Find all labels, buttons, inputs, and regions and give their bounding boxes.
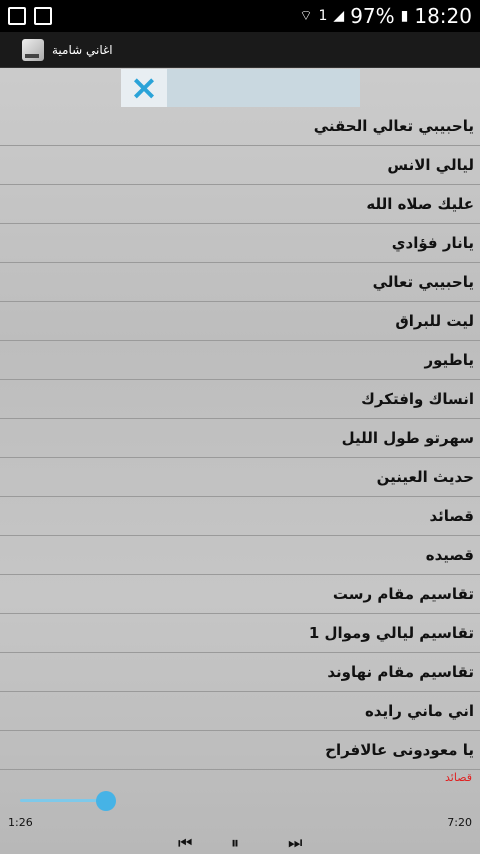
status-left: [8, 7, 52, 25]
song-list-item[interactable]: قصائد: [0, 497, 480, 536]
elapsed-time: 1:26: [8, 816, 33, 829]
song-list-item[interactable]: ليت للبراق: [0, 302, 480, 341]
seek-bar[interactable]: [20, 791, 116, 811]
song-list-item[interactable]: انساك وافتكرك: [0, 380, 480, 419]
ad-banner[interactable]: ×: [121, 69, 360, 107]
now-playing-label: قصائد: [445, 771, 472, 784]
song-list-item[interactable]: حديث العينين: [0, 458, 480, 497]
seek-thumb[interactable]: [96, 791, 116, 811]
app-bar: اغاني شامية: [0, 32, 480, 68]
song-list-item[interactable]: تقاسيم ليالي وموال 1: [0, 614, 480, 653]
song-list-item[interactable]: عليك صلاه الله: [0, 185, 480, 224]
app-title: اغاني شامية: [52, 42, 113, 57]
song-list-item[interactable]: ياطيور: [0, 341, 480, 380]
notification-icon: [8, 7, 26, 25]
pause-icon[interactable]: ⏸: [231, 833, 239, 853]
close-icon[interactable]: ×: [121, 69, 167, 107]
signal-icon: ◢: [333, 8, 345, 24]
song-list-item[interactable]: تقاسيم مقام رست: [0, 575, 480, 614]
song-list-item[interactable]: ياحبيبي تعالي الحقني: [0, 107, 480, 146]
skip-previous-icon[interactable]: ⏮: [178, 833, 192, 853]
song-list-item[interactable]: قصيده: [0, 536, 480, 575]
song-list-item[interactable]: تقاسيم مقام نهاوند: [0, 653, 480, 692]
song-list-item[interactable]: يانار فؤادي: [0, 224, 480, 263]
total-duration: 7:20: [447, 816, 472, 829]
player-bar: قصائد 1:26 7:20 ⏮ ⏸ ⏭: [0, 767, 480, 854]
song-list-item[interactable]: اني ماني رايده: [0, 692, 480, 731]
image-icon: [34, 7, 52, 25]
song-list-item[interactable]: ياحبيبي تعالي: [0, 263, 480, 302]
song-list-item[interactable]: ليالي الانس: [0, 146, 480, 185]
wifi-icon: ⌔: [299, 8, 313, 24]
skip-next-icon[interactable]: ⏭: [288, 833, 302, 853]
status-bar: ⌔ 1 ◢ 97% ▮ 18:20: [0, 0, 480, 32]
battery-icon: ▮: [400, 8, 409, 24]
seek-track: [20, 799, 106, 802]
app-logo-icon: [22, 38, 44, 61]
song-list-item[interactable]: سهرتو طول الليل: [0, 419, 480, 458]
battery-level: 97%: [350, 4, 395, 28]
sim-badge: 1: [318, 8, 328, 24]
clock: 18:20: [414, 4, 472, 28]
song-list: ياحبيبي تعالي الحقني ليالي الانس عليك صلاه…: [0, 107, 480, 770]
song-list-item[interactable]: يا معودونى عالافراح: [0, 731, 480, 770]
status-right: ⌔ 1 ◢ 97% ▮ 18:20: [299, 4, 472, 28]
playback-controls: ⏮ ⏸ ⏭: [0, 833, 480, 853]
